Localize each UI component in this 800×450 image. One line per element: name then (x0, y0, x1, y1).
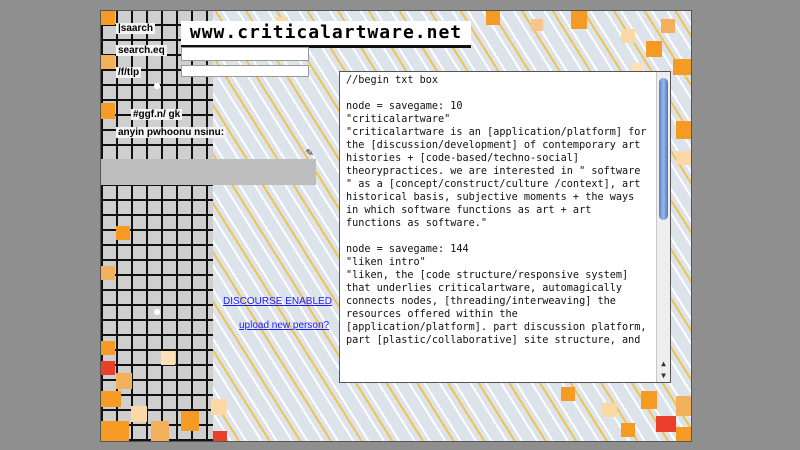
pixel-block (101, 341, 115, 355)
pixel-block (181, 411, 199, 431)
pixel-block (101, 266, 115, 280)
scrollbar[interactable]: ▲ ▼ (656, 72, 670, 382)
text-box[interactable]: //begin txt box node = savegame: 10 "cri… (339, 71, 671, 383)
pixel-block (211, 399, 227, 415)
arrow-up-icon[interactable]: ▲ (657, 358, 670, 370)
pixel-block (486, 11, 500, 25)
pixel-block (673, 59, 691, 75)
pixel-block (101, 361, 115, 375)
pixel-block (571, 11, 587, 29)
pixel-block (656, 416, 676, 432)
pixel-block (561, 387, 575, 401)
pixel-block (131, 406, 147, 422)
pixel-block (641, 391, 657, 409)
nav-item-search-eq[interactable]: search.eq (116, 45, 167, 56)
nav-item-using[interactable]: anyin pwhoonu nsinu: (116, 127, 227, 138)
pixel-block (661, 19, 675, 33)
pixel-block (161, 351, 175, 365)
site-title[interactable]: www.criticalartware.net (181, 21, 471, 48)
toolbar-band (101, 159, 316, 185)
pixel-block (676, 121, 691, 139)
pixel-block (621, 29, 635, 43)
pixel-block (531, 19, 543, 31)
discourse-enabled-link[interactable]: DISCOURSE ENABLED (223, 296, 332, 307)
search-field[interactable] (181, 47, 309, 61)
text-box-content[interactable]: //begin txt box node = savegame: 10 "cri… (340, 72, 656, 382)
upload-new-person-link[interactable]: upload new person? (239, 320, 329, 331)
pixel-block (101, 11, 115, 25)
nav-item-tlp[interactable]: /f/tlp (116, 67, 142, 78)
pixel-block (676, 396, 691, 416)
pixel-block (676, 151, 691, 165)
pixel-block (151, 421, 169, 441)
pixel-block (101, 391, 121, 407)
pixel-block (646, 41, 662, 57)
pixel-block (116, 226, 130, 240)
pixel-block (676, 427, 691, 441)
pixel-block (101, 103, 115, 119)
nav-item-gk[interactable]: #ggf.n/ gk (131, 109, 183, 120)
webpage-frame: www.criticalartware.net |saarch search.e… (100, 10, 692, 442)
pixel-block (101, 421, 129, 441)
nav-item-search[interactable]: |saarch (116, 23, 156, 34)
pencil-icon[interactable]: ✎ (306, 145, 313, 159)
pixel-block (213, 431, 227, 441)
pixel-block (621, 423, 635, 437)
search-field-secondary[interactable] (181, 65, 309, 77)
pixel-block (101, 55, 115, 69)
scrollbar-thumb[interactable] (659, 78, 668, 220)
arrow-down-icon[interactable]: ▼ (657, 370, 670, 382)
pixel-block (116, 373, 132, 389)
pixel-block (601, 403, 617, 417)
